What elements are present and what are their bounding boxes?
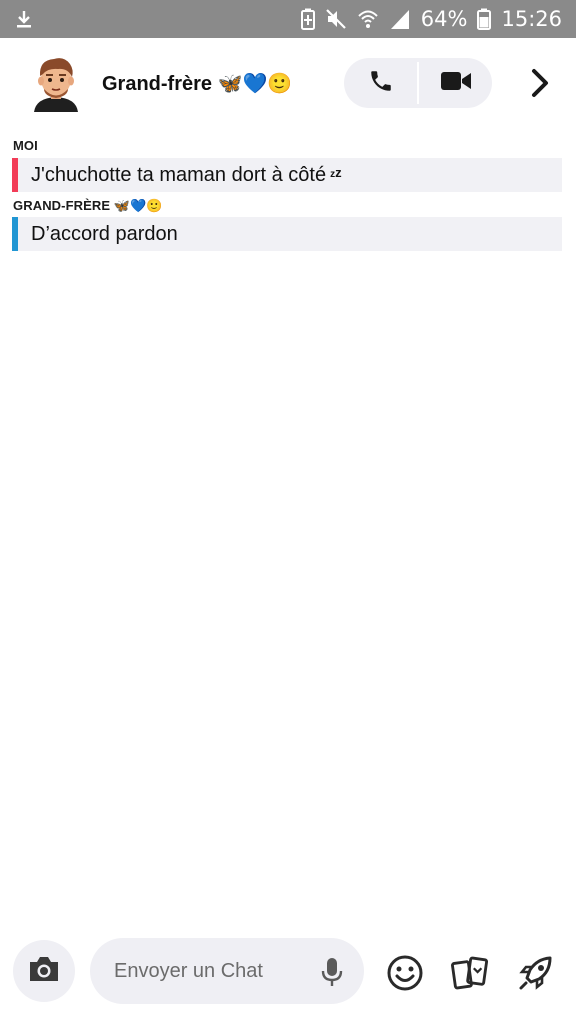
message-accent-bar [12, 158, 18, 192]
wifi-icon [357, 8, 379, 30]
camera-button[interactable] [13, 940, 75, 1002]
message-text: D’accord pardon [31, 222, 178, 245]
signal-icon [389, 8, 411, 30]
rocket-icon[interactable] [517, 954, 555, 992]
contact-name[interactable]: Grand-frère 🦋💙🙂 [102, 71, 292, 96]
avatar[interactable] [28, 52, 84, 112]
cards-icon[interactable] [451, 954, 489, 992]
composer-bar: Envoyer un Chat [0, 916, 576, 1024]
chat-input[interactable]: Envoyer un Chat [90, 938, 364, 1004]
message-text: J'chuchotte ta maman dort à côté [31, 163, 327, 186]
download-icon [14, 8, 34, 30]
chat-input-placeholder: Envoyer un Chat [114, 960, 263, 982]
clock: 15:26 [501, 7, 562, 31]
video-camera-icon [440, 69, 472, 98]
battery-percent: 64% [420, 7, 468, 31]
message-bubble[interactable]: D’accord pardon [12, 217, 562, 251]
sleeping-zz-icon: zz [330, 164, 342, 180]
battery-saver-icon [300, 8, 315, 30]
smiley-icon[interactable] [386, 954, 424, 992]
call-button-group [344, 58, 492, 108]
message-sender-label: GRAND-FRÈRE 🦋💙🙂 [13, 198, 163, 213]
battery-icon [477, 8, 492, 30]
chevron-right-icon[interactable] [526, 66, 554, 100]
phone-icon [368, 68, 394, 99]
video-call-button[interactable] [419, 58, 492, 108]
message-sender-label: MOI [13, 138, 38, 153]
message-bubble[interactable]: J'chuchotte ta maman dort à côté zz [12, 158, 562, 192]
mute-icon [325, 8, 347, 30]
status-bar: 64% 15:26 [0, 0, 576, 38]
phone-call-button[interactable] [344, 58, 417, 108]
chat-header: Grand-frère 🦋💙🙂 [0, 38, 576, 128]
microphone-icon[interactable] [320, 957, 344, 987]
message-accent-bar [12, 217, 18, 251]
camera-icon [27, 955, 61, 988]
